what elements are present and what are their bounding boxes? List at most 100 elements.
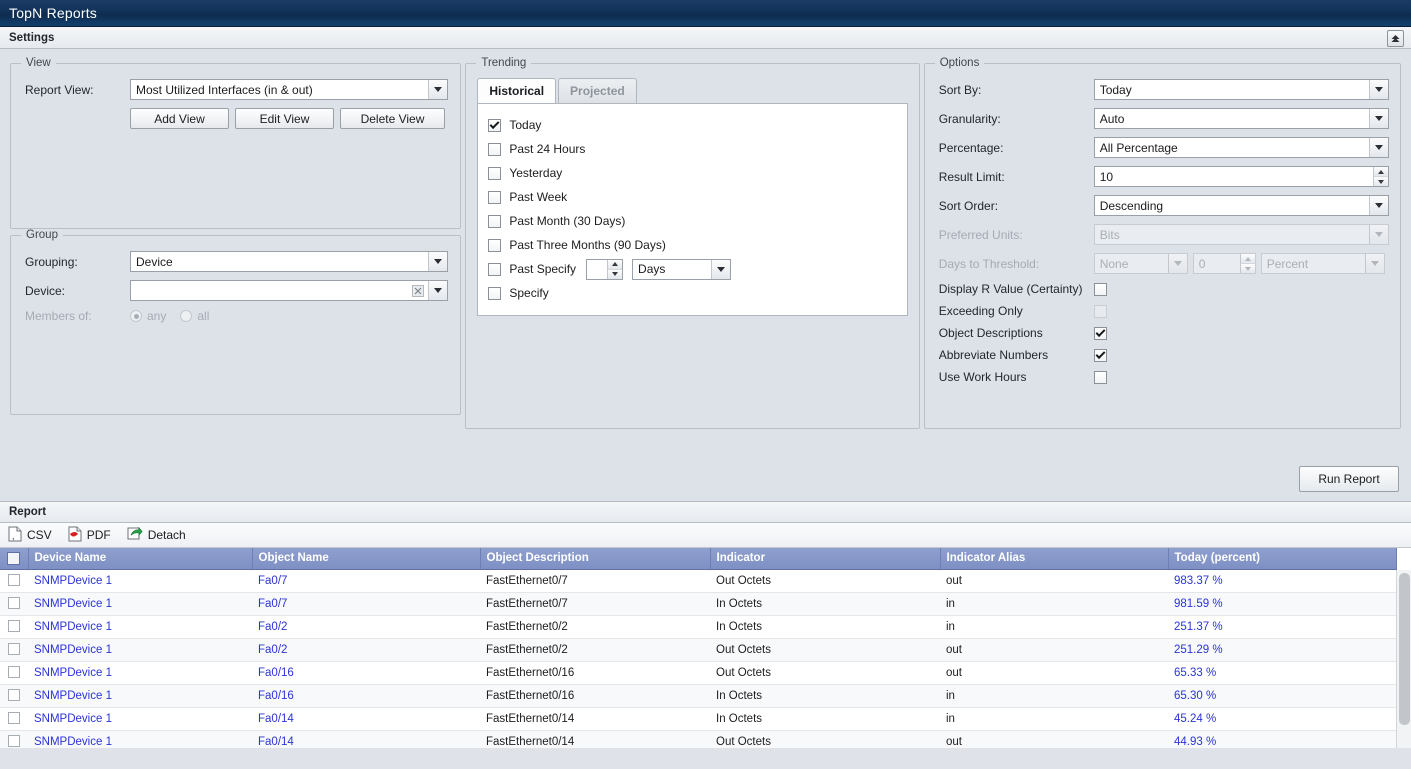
run-report-button[interactable]: Run Report: [1299, 466, 1399, 492]
cell-object-name[interactable]: Fa0/2: [252, 615, 480, 639]
collapse-up-icon[interactable]: [1387, 30, 1404, 47]
column-header-object-description[interactable]: Object Description: [480, 548, 711, 570]
past-specify-unit-select[interactable]: Days: [632, 258, 732, 280]
trending-item-past-24-hours[interactable]: Past 24 Hours: [488, 137, 906, 161]
granularity-select[interactable]: Auto: [1093, 108, 1389, 129]
trending-item-past-month[interactable]: Past Month (30 Days): [488, 209, 906, 233]
table-vertical-scrollbar[interactable]: [1396, 570, 1411, 748]
cell-device-name[interactable]: SNMPDevice 1: [28, 592, 252, 616]
checkbox-icon[interactable]: [488, 214, 502, 228]
checkbox-icon[interactable]: [488, 166, 502, 180]
chevron-down-icon[interactable]: [428, 252, 447, 271]
chevron-down-icon[interactable]: [1368, 109, 1388, 128]
edit-view-button[interactable]: Edit View: [235, 108, 334, 129]
row-checkbox[interactable]: [8, 574, 20, 587]
checkbox-checked-icon[interactable]: [488, 118, 502, 132]
checkbox-icon[interactable]: [488, 238, 502, 252]
spinner-up-icon[interactable]: [608, 259, 623, 270]
checkbox-icon[interactable]: [1093, 282, 1107, 296]
checkbox-checked-icon[interactable]: [1093, 326, 1107, 340]
table-row[interactable]: SNMPDevice 1 Fa0/7 FastEthernet0/7 In Oc…: [0, 592, 1396, 616]
spinner-up-icon[interactable]: [1373, 167, 1388, 177]
row-select-cell[interactable]: [0, 569, 28, 593]
checkbox-icon[interactable]: [488, 262, 502, 276]
cell-object-name[interactable]: Fa0/16: [252, 661, 480, 685]
checkbox-icon[interactable]: [488, 286, 502, 300]
cell-object-name[interactable]: Fa0/14: [252, 707, 480, 731]
row-select-cell[interactable]: [0, 615, 28, 639]
trending-item-past-three-months[interactable]: Past Three Months (90 Days): [488, 233, 906, 257]
tab-projected[interactable]: Projected: [558, 78, 637, 103]
chevron-down-icon[interactable]: [428, 281, 447, 300]
chevron-down-icon[interactable]: [1368, 80, 1388, 99]
cell-today-percent[interactable]: 251.37 %: [1168, 615, 1396, 639]
trending-item-yesterday[interactable]: Yesterday: [488, 161, 906, 185]
sort-by-select[interactable]: Today: [1093, 79, 1389, 100]
chevron-down-icon[interactable]: [1368, 138, 1388, 157]
sort-order-select[interactable]: Descending: [1093, 195, 1389, 216]
checkbox-icon[interactable]: [1093, 370, 1107, 384]
percentage-select[interactable]: All Percentage: [1093, 137, 1389, 158]
detach-button[interactable]: Detach: [127, 526, 186, 544]
report-view-select[interactable]: Most Utilized Interfaces (in & out): [130, 79, 448, 100]
add-view-button[interactable]: Add View: [130, 108, 229, 129]
checkbox-checked-icon[interactable]: [1093, 348, 1107, 362]
cell-device-name[interactable]: SNMPDevice 1: [28, 684, 252, 708]
cell-today-percent[interactable]: 44.93 %: [1168, 730, 1396, 748]
column-header-indicator[interactable]: Indicator: [710, 548, 941, 570]
row-select-cell[interactable]: [0, 684, 28, 708]
cell-object-name[interactable]: Fa0/14: [252, 730, 480, 748]
chevron-down-icon[interactable]: [711, 259, 731, 279]
past-specify-number-input[interactable]: [586, 258, 624, 280]
trending-item-today[interactable]: Today: [488, 113, 906, 137]
cell-today-percent[interactable]: 983.37 %: [1168, 569, 1396, 593]
cell-device-name[interactable]: SNMPDevice 1: [28, 569, 252, 593]
row-checkbox[interactable]: [8, 597, 20, 610]
cell-object-name[interactable]: Fa0/7: [252, 592, 480, 616]
table-row[interactable]: SNMPDevice 1 Fa0/14 FastEthernet0/14 In …: [0, 707, 1396, 731]
cell-device-name[interactable]: SNMPDevice 1: [28, 730, 252, 748]
device-select[interactable]: [130, 280, 448, 301]
row-checkbox[interactable]: [8, 712, 20, 725]
trending-item-past-specify[interactable]: Past Specify Days: [488, 257, 906, 281]
cell-today-percent[interactable]: 251.29 %: [1168, 638, 1396, 662]
row-checkbox[interactable]: [8, 735, 20, 748]
trending-item-past-week[interactable]: Past Week: [488, 185, 906, 209]
row-select-cell[interactable]: [0, 707, 28, 731]
row-select-cell[interactable]: [0, 592, 28, 616]
row-select-cell[interactable]: [0, 661, 28, 685]
column-header-object-name[interactable]: Object Name: [252, 548, 481, 570]
checkbox-icon[interactable]: [488, 142, 502, 156]
export-pdf-button[interactable]: PDF: [68, 526, 111, 545]
column-header-indicator-alias[interactable]: Indicator Alias: [940, 548, 1169, 570]
select-all-checkbox[interactable]: [7, 551, 21, 565]
row-checkbox[interactable]: [8, 689, 20, 702]
table-row[interactable]: SNMPDevice 1 Fa0/7 FastEthernet0/7 Out O…: [0, 569, 1396, 593]
export-csv-button[interactable]: , CSV: [8, 526, 52, 545]
scrollbar-thumb[interactable]: [1399, 573, 1410, 725]
chevron-down-icon[interactable]: [428, 80, 447, 99]
row-select-cell[interactable]: [0, 638, 28, 662]
delete-view-button[interactable]: Delete View: [340, 108, 445, 129]
display-r-value-row[interactable]: Display R Value (Certainty): [939, 282, 1390, 296]
clear-x-icon[interactable]: [412, 284, 424, 297]
chevron-down-icon[interactable]: [1368, 196, 1388, 215]
cell-today-percent[interactable]: 65.33 %: [1168, 661, 1396, 685]
cell-object-name[interactable]: Fa0/2: [252, 638, 480, 662]
spinner-down-icon[interactable]: [1373, 177, 1388, 186]
cell-today-percent[interactable]: 45.24 %: [1168, 707, 1396, 731]
select-all-header[interactable]: [0, 548, 29, 570]
grouping-select[interactable]: Device: [130, 251, 448, 272]
table-row[interactable]: SNMPDevice 1 Fa0/2 FastEthernet0/2 Out O…: [0, 638, 1396, 662]
cell-object-name[interactable]: Fa0/16: [252, 684, 480, 708]
table-row[interactable]: SNMPDevice 1 Fa0/14 FastEthernet0/14 Out…: [0, 730, 1396, 748]
row-checkbox[interactable]: [8, 620, 20, 633]
checkbox-icon[interactable]: [488, 190, 502, 204]
cell-today-percent[interactable]: 65.30 %: [1168, 684, 1396, 708]
column-header-today-percent[interactable]: Today (percent): [1168, 548, 1397, 570]
row-select-cell[interactable]: [0, 730, 28, 748]
table-row[interactable]: SNMPDevice 1 Fa0/16 FastEthernet0/16 Out…: [0, 661, 1396, 685]
cell-device-name[interactable]: SNMPDevice 1: [28, 638, 252, 662]
object-descriptions-row[interactable]: Object Descriptions: [939, 326, 1390, 340]
members-all-radio[interactable]: all: [180, 309, 209, 323]
